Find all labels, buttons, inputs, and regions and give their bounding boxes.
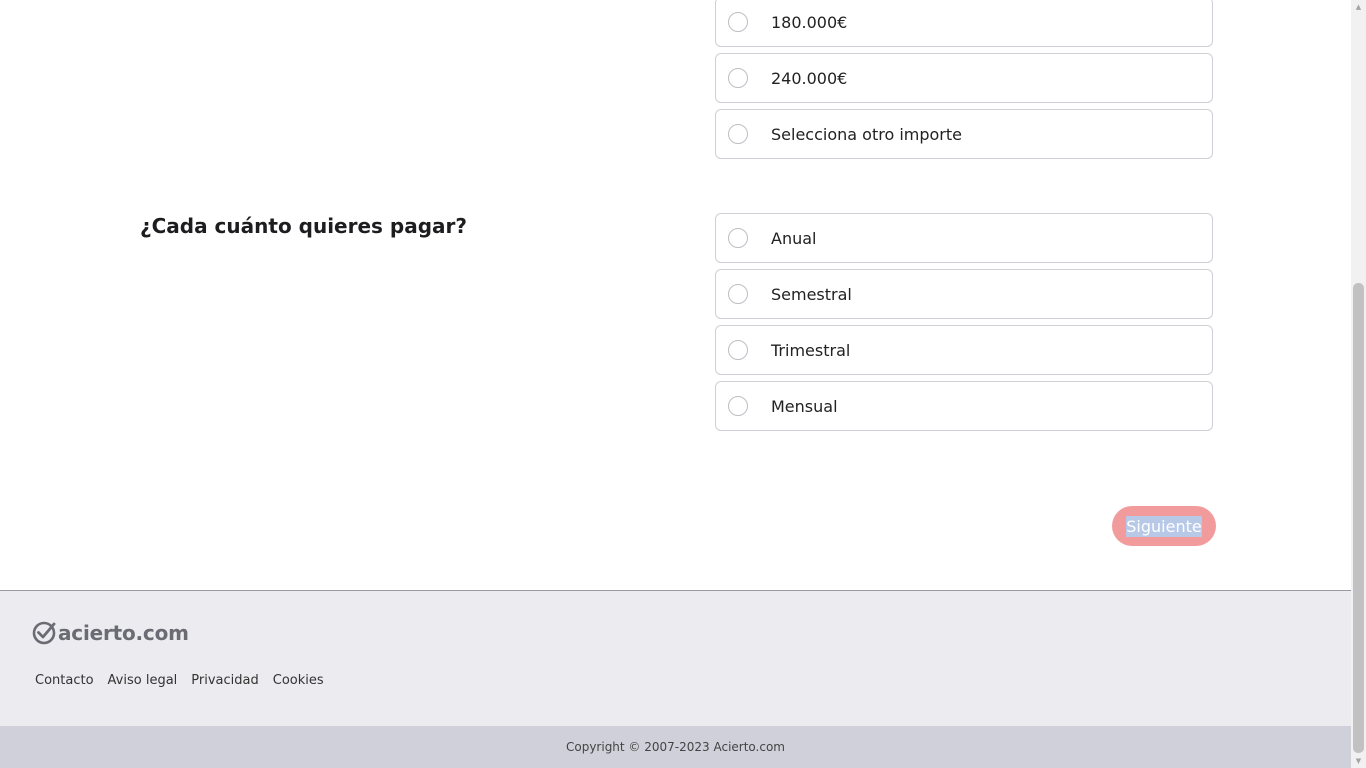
amount-option-other[interactable]: Selecciona otro importe [715, 109, 1213, 159]
amount-option-180000[interactable]: 180.000€ [715, 0, 1213, 47]
next-button[interactable]: Siguiente [1112, 506, 1216, 546]
scroll-down-arrow-icon[interactable]: ▼ [1351, 755, 1366, 767]
radio-button[interactable] [728, 124, 748, 144]
footer-link-privacidad[interactable]: Privacidad [191, 673, 258, 688]
radio-button[interactable] [728, 284, 748, 304]
option-label: Trimestral [771, 340, 851, 360]
scroll-up-arrow-icon[interactable]: ▲ [1351, 1, 1366, 13]
check-circle-icon [32, 621, 56, 645]
acierto-logo[interactable]: acierto.com [32, 621, 189, 645]
radio-button[interactable] [728, 340, 748, 360]
payment-option-anual[interactable]: Anual [715, 213, 1213, 263]
vertical-scrollbar[interactable]: ▲ ▼ [1351, 0, 1366, 768]
amount-options-group: 180.000€ 240.000€ Selecciona otro import… [715, 0, 1213, 165]
radio-button[interactable] [728, 228, 748, 248]
footer-link-aviso-legal[interactable]: Aviso legal [108, 673, 178, 688]
option-label: Mensual [771, 396, 838, 416]
logo-text: acierto.com [58, 621, 189, 645]
radio-button[interactable] [728, 68, 748, 88]
amount-option-240000[interactable]: 240.000€ [715, 53, 1213, 103]
option-label: Selecciona otro importe [771, 124, 962, 144]
footer-links: Contacto Aviso legal Privacidad Cookies [35, 673, 324, 688]
next-button-label: Siguiente [1126, 515, 1202, 537]
radio-button[interactable] [728, 12, 748, 32]
footer-link-contacto[interactable]: Contacto [35, 673, 94, 688]
footer: acierto.com Contacto Aviso legal Privaci… [0, 590, 1351, 726]
payment-option-mensual[interactable]: Mensual [715, 381, 1213, 431]
option-label: 240.000€ [771, 68, 848, 88]
copyright-bar: Copyright © 2007-2023 Acierto.com [0, 726, 1351, 768]
option-label: Semestral [771, 284, 852, 304]
payment-frequency-question: ¿Cada cuánto quieres pagar? [140, 214, 468, 238]
copyright-text: Copyright © 2007-2023 Acierto.com [565, 740, 785, 754]
page: 180.000€ 240.000€ Selecciona otro import… [0, 0, 1351, 768]
option-label: Anual [771, 228, 817, 248]
scrollbar-thumb[interactable] [1353, 283, 1364, 753]
payment-option-trimestral[interactable]: Trimestral [715, 325, 1213, 375]
footer-link-cookies[interactable]: Cookies [273, 673, 324, 688]
payment-option-semestral[interactable]: Semestral [715, 269, 1213, 319]
radio-button[interactable] [728, 396, 748, 416]
option-label: 180.000€ [771, 12, 848, 32]
payment-frequency-options-group: Anual Semestral Trimestral Mensual [715, 213, 1213, 437]
